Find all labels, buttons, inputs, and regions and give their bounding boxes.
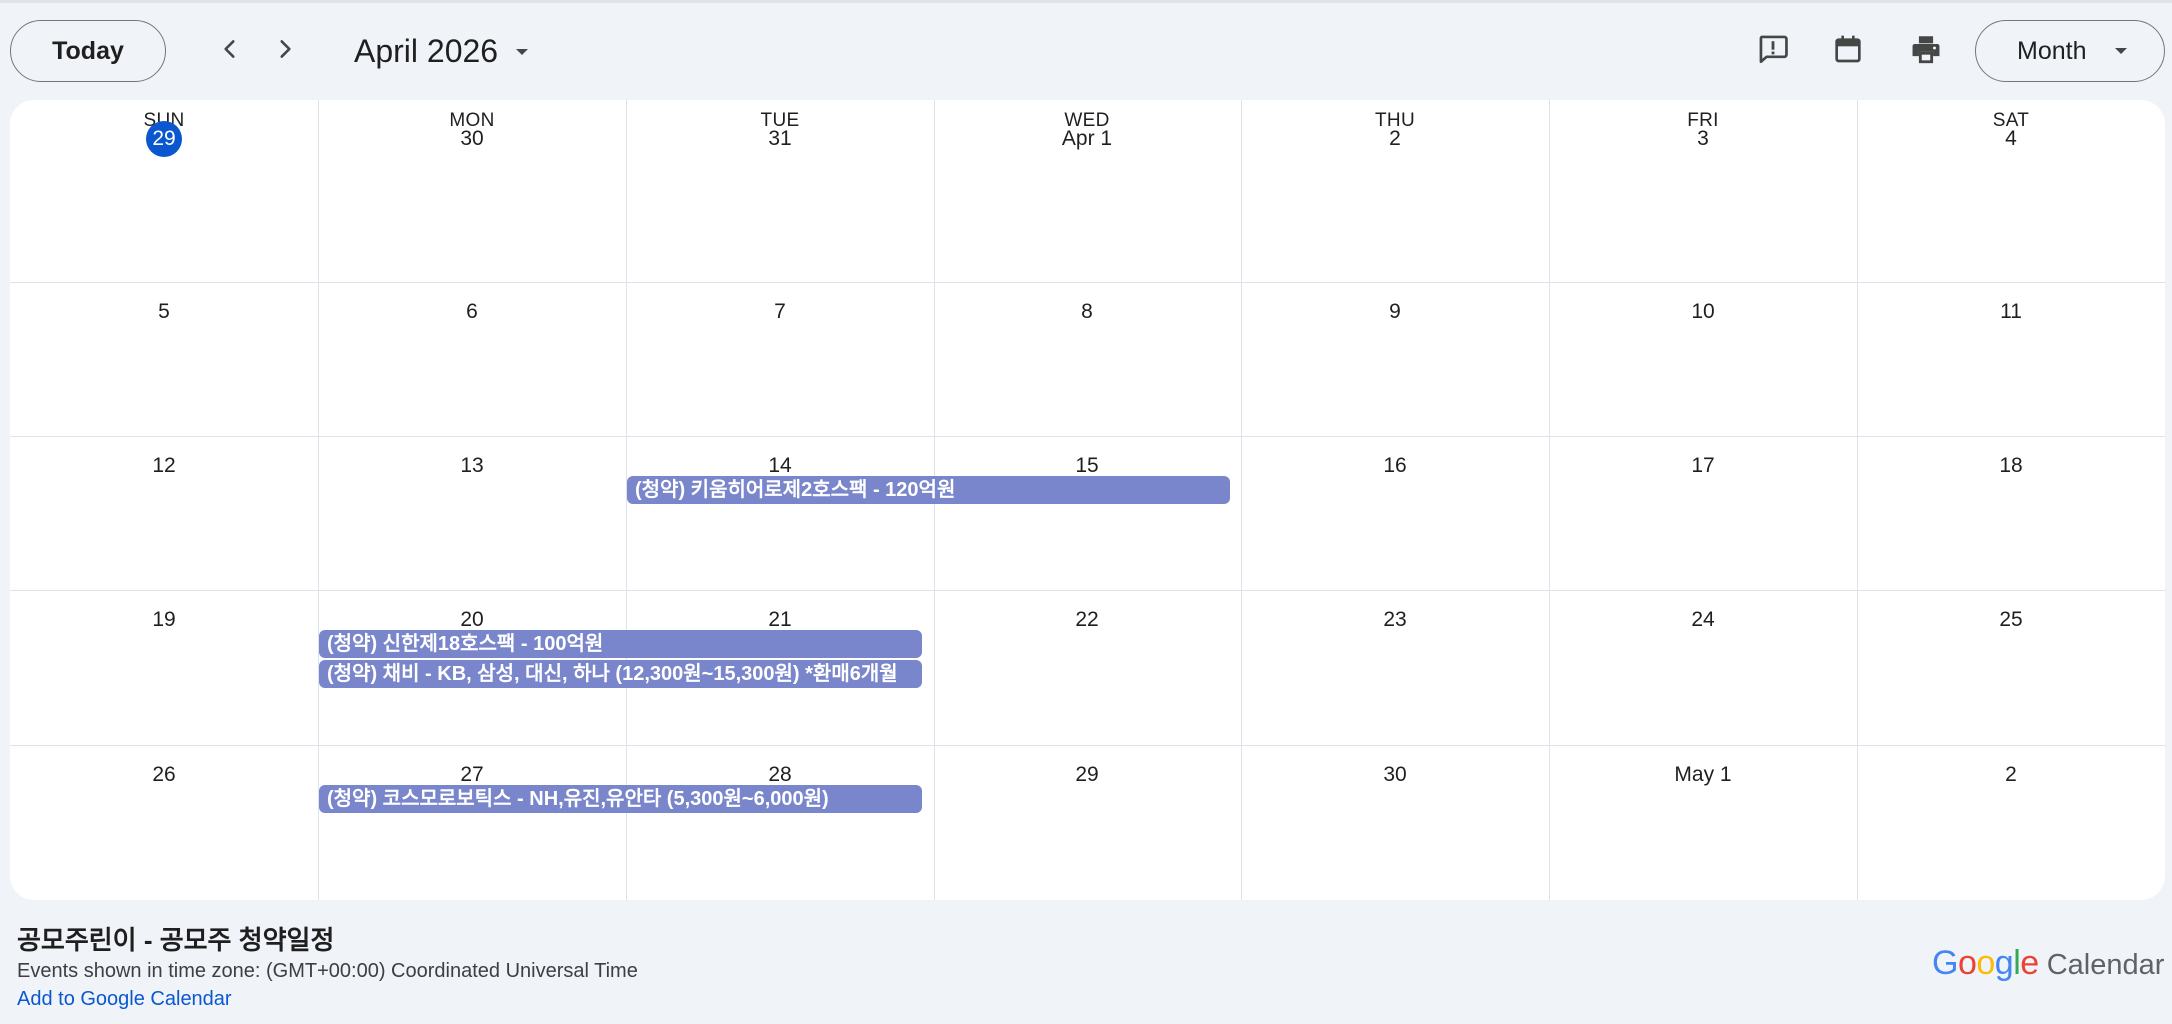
google-wordmark-letter: o [1957,944,1977,982]
day-number[interactable]: 10 [1633,299,1773,325]
google-wordmark-letter: g [1994,944,2014,982]
day-number[interactable]: 16 [1325,453,1465,479]
column-divider [1857,100,1858,900]
column-divider [318,100,319,900]
day-number[interactable]: 2 [1325,126,1465,152]
chevron-right-icon [272,36,298,67]
timezone-notice: Events shown in time zone: (GMT+00:00) C… [17,960,638,982]
day-number[interactable]: 7 [710,299,850,325]
month-picker[interactable]: April 2026 [354,30,498,72]
day-number[interactable]: 11 [1941,299,2081,325]
dropdown-arrow-icon [2109,39,2133,63]
row-divider [10,436,2165,437]
day-number[interactable]: 18 [1941,453,2081,479]
day-number[interactable]: 13 [402,453,542,479]
day-number[interactable]: 6 [402,299,542,325]
day-number[interactable]: 12 [94,453,234,479]
google-wordmark-letter: o [1976,944,1995,982]
calendar-name: 공모주린이 - 공모주 청약일정 [17,925,335,955]
month-grid: SUNMONTUEWEDTHUFRISAT293031Apr 123456789… [10,100,2165,900]
day-number[interactable]: Apr 1 [1017,126,1157,152]
row-divider [10,590,2165,591]
print-icon [1909,32,1943,71]
day-number[interactable]: 17 [1633,453,1773,479]
day-number[interactable]: 25 [1941,607,2081,633]
chevron-left-icon [217,36,243,67]
day-number[interactable]: 23 [1325,607,1465,633]
google-wordmark: Google [1932,944,2039,983]
event-chip[interactable]: (청약) 신한제18호스팩 - 100억원 [319,630,922,658]
day-number[interactable]: 9 [1325,299,1465,325]
day-number[interactable]: 3 [1633,126,1773,152]
day-number[interactable]: 29 [1017,762,1157,788]
day-number[interactable]: 31 [710,126,850,152]
feedback-icon [1756,32,1790,71]
day-number[interactable]: 4 [1941,126,2081,152]
view-switcher-button[interactable]: Month [1975,20,2165,82]
day-number[interactable]: 30 [402,126,542,152]
day-number[interactable]: 19 [94,607,234,633]
google-wordmark-letter: e [2020,944,2039,982]
print-button[interactable] [1904,29,1948,73]
google-calendar-logo[interactable]: Google Calendar [1932,944,2164,984]
column-divider [1549,100,1550,900]
day-number[interactable]: 26 [94,762,234,788]
next-month-button[interactable] [262,28,308,74]
event-chip[interactable]: (청약) 코스모로보틱스 - NH,유진,유안타 (5,300원~6,000원) [319,785,922,813]
toolbar: Today April 2026 Month [0,0,2172,100]
column-divider [1241,100,1242,900]
row-divider [10,745,2165,746]
day-number[interactable]: 5 [94,299,234,325]
feedback-button[interactable] [1751,29,1795,73]
day-number[interactable]: 22 [1017,607,1157,633]
brand-calendar-text: Calendar [2046,949,2165,981]
day-number[interactable]: May 1 [1633,762,1773,788]
event-chip[interactable]: (청약) 키움히어로제2호스팩 - 120억원 [627,476,1230,504]
event-chip[interactable]: (청약) 채비 - KB, 삼성, 대신, 하나 (12,300원~15,300… [319,660,922,688]
day-number[interactable]: 8 [1017,299,1157,325]
day-number[interactable]: 24 [1633,607,1773,633]
day-number[interactable]: 2 [1941,762,2081,788]
view-switcher-label: Month [2017,37,2087,65]
row-divider [10,282,2165,283]
today-date-marker[interactable]: 29 [146,121,182,157]
dropdown-arrow-icon[interactable] [510,40,534,64]
previous-month-button[interactable] [207,28,253,74]
today-button[interactable]: Today [10,20,166,82]
google-wordmark-letter: G [1932,944,1958,982]
calendar-view-button[interactable] [1826,29,1870,73]
calendar-icon [1832,33,1864,70]
add-to-google-calendar-link[interactable]: Add to Google Calendar [17,988,232,1011]
day-number[interactable]: 30 [1325,762,1465,788]
